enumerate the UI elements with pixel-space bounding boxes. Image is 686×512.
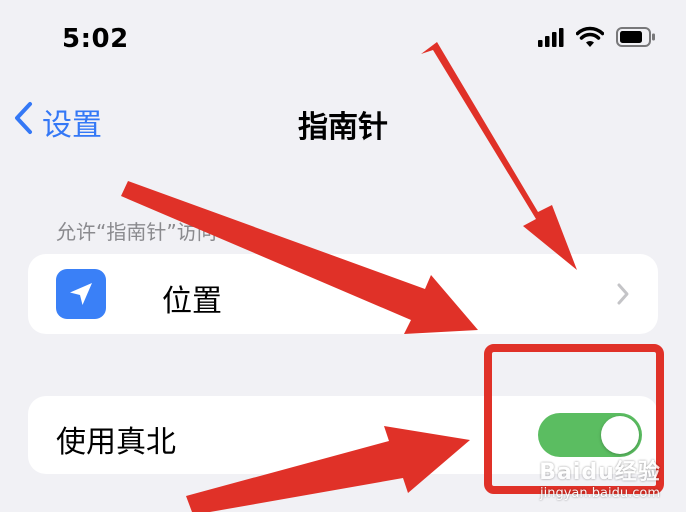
battery-icon (616, 27, 656, 51)
navigation-bar: 设置 指南针 (0, 86, 686, 152)
wifi-icon (575, 26, 605, 52)
status-bar: 5:02 (0, 0, 686, 80)
location-arrow-icon (56, 269, 106, 319)
page-title: 指南针 (298, 110, 388, 145)
location-row[interactable]: 位置 (28, 254, 658, 334)
section-header: 允许“指南针”访问 (56, 220, 217, 244)
cellular-signal-icon (538, 27, 564, 51)
watermark-url: jingyan.baidu.com (540, 486, 660, 501)
watermark: Baidu经验 jingyan.baidu.com (520, 454, 680, 501)
status-icons (538, 26, 656, 52)
true-north-label: 使用真北 (56, 425, 176, 460)
status-time: 5:02 (62, 24, 129, 54)
chevron-right-icon (616, 282, 630, 310)
watermark-logo: Baidu经验 (539, 460, 661, 485)
location-label: 位置 (162, 284, 222, 319)
location-group: 位置 (28, 254, 658, 334)
